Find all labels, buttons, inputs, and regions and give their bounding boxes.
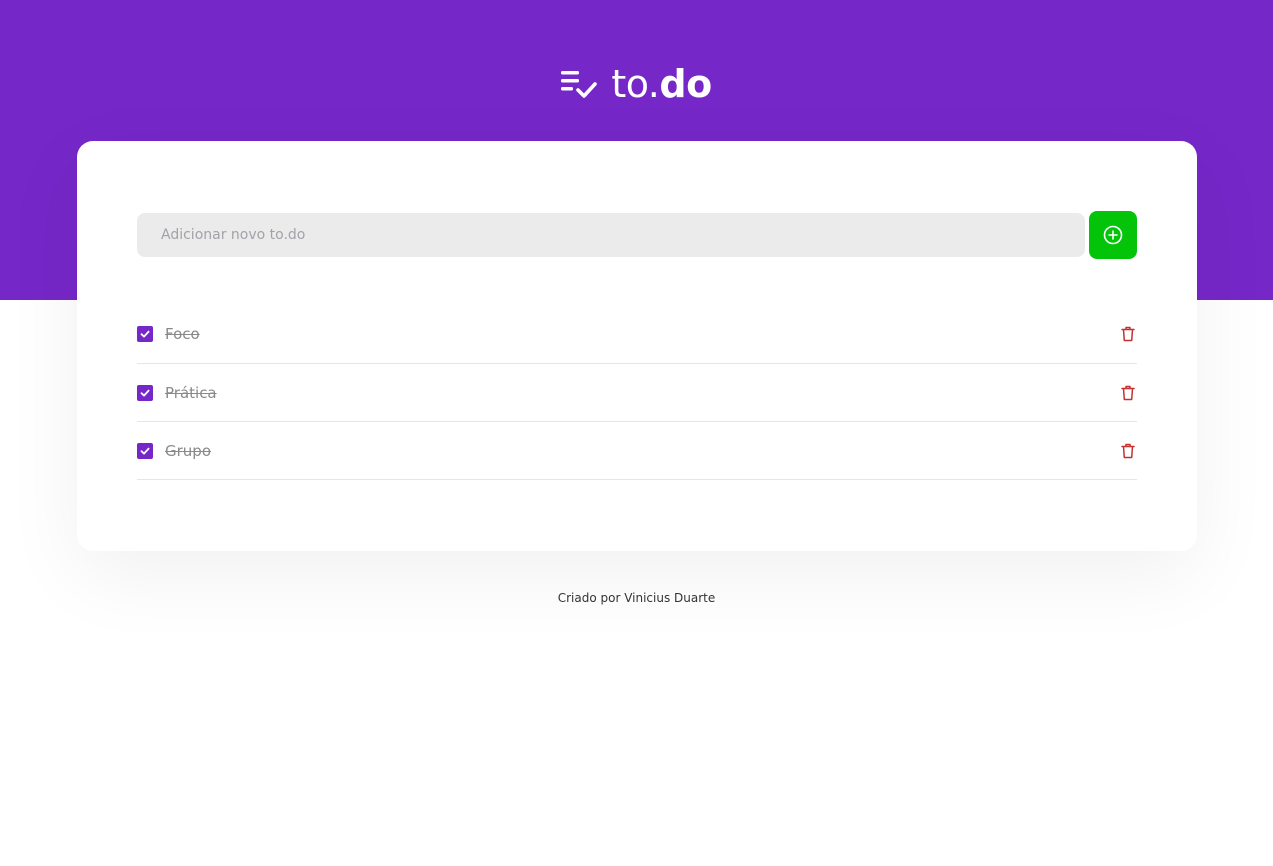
task-item: Grupo [137,422,1137,480]
check-icon [140,389,150,396]
logo-text-bold: do [659,62,712,106]
add-todo-button[interactable] [1089,211,1137,259]
footer-credit: Criado por Vinicius Duarte [557,591,716,605]
task-checkbox[interactable] [137,384,153,401]
task-checkbox[interactable] [137,442,153,459]
app-logo: to.do [0,58,1273,110]
new-todo-input[interactable] [137,213,1085,257]
task-list: Foco Prática Grupo [137,305,1137,480]
delete-task-button[interactable] [1119,384,1137,402]
add-todo-row [137,211,1137,259]
delete-task-button[interactable] [1119,325,1137,343]
todo-card: Foco Prática [77,141,1197,551]
check-icon [140,330,150,338]
list-check-icon [561,71,598,98]
task-title: Foco [165,325,200,343]
plus-circle-icon [1103,225,1123,245]
trash-icon [1121,443,1135,458]
check-icon [140,447,150,454]
task-checkbox[interactable] [137,326,153,342]
task-title: Prática [165,383,217,402]
trash-icon [1121,385,1135,400]
trash-icon [1121,326,1135,342]
task-item: Foco [137,305,1137,364]
logo-text: to.do [611,62,712,106]
task-title: Grupo [165,441,211,460]
logo-text-light: to. [611,62,660,106]
delete-task-button[interactable] [1119,442,1137,460]
task-item: Prática [137,364,1137,422]
